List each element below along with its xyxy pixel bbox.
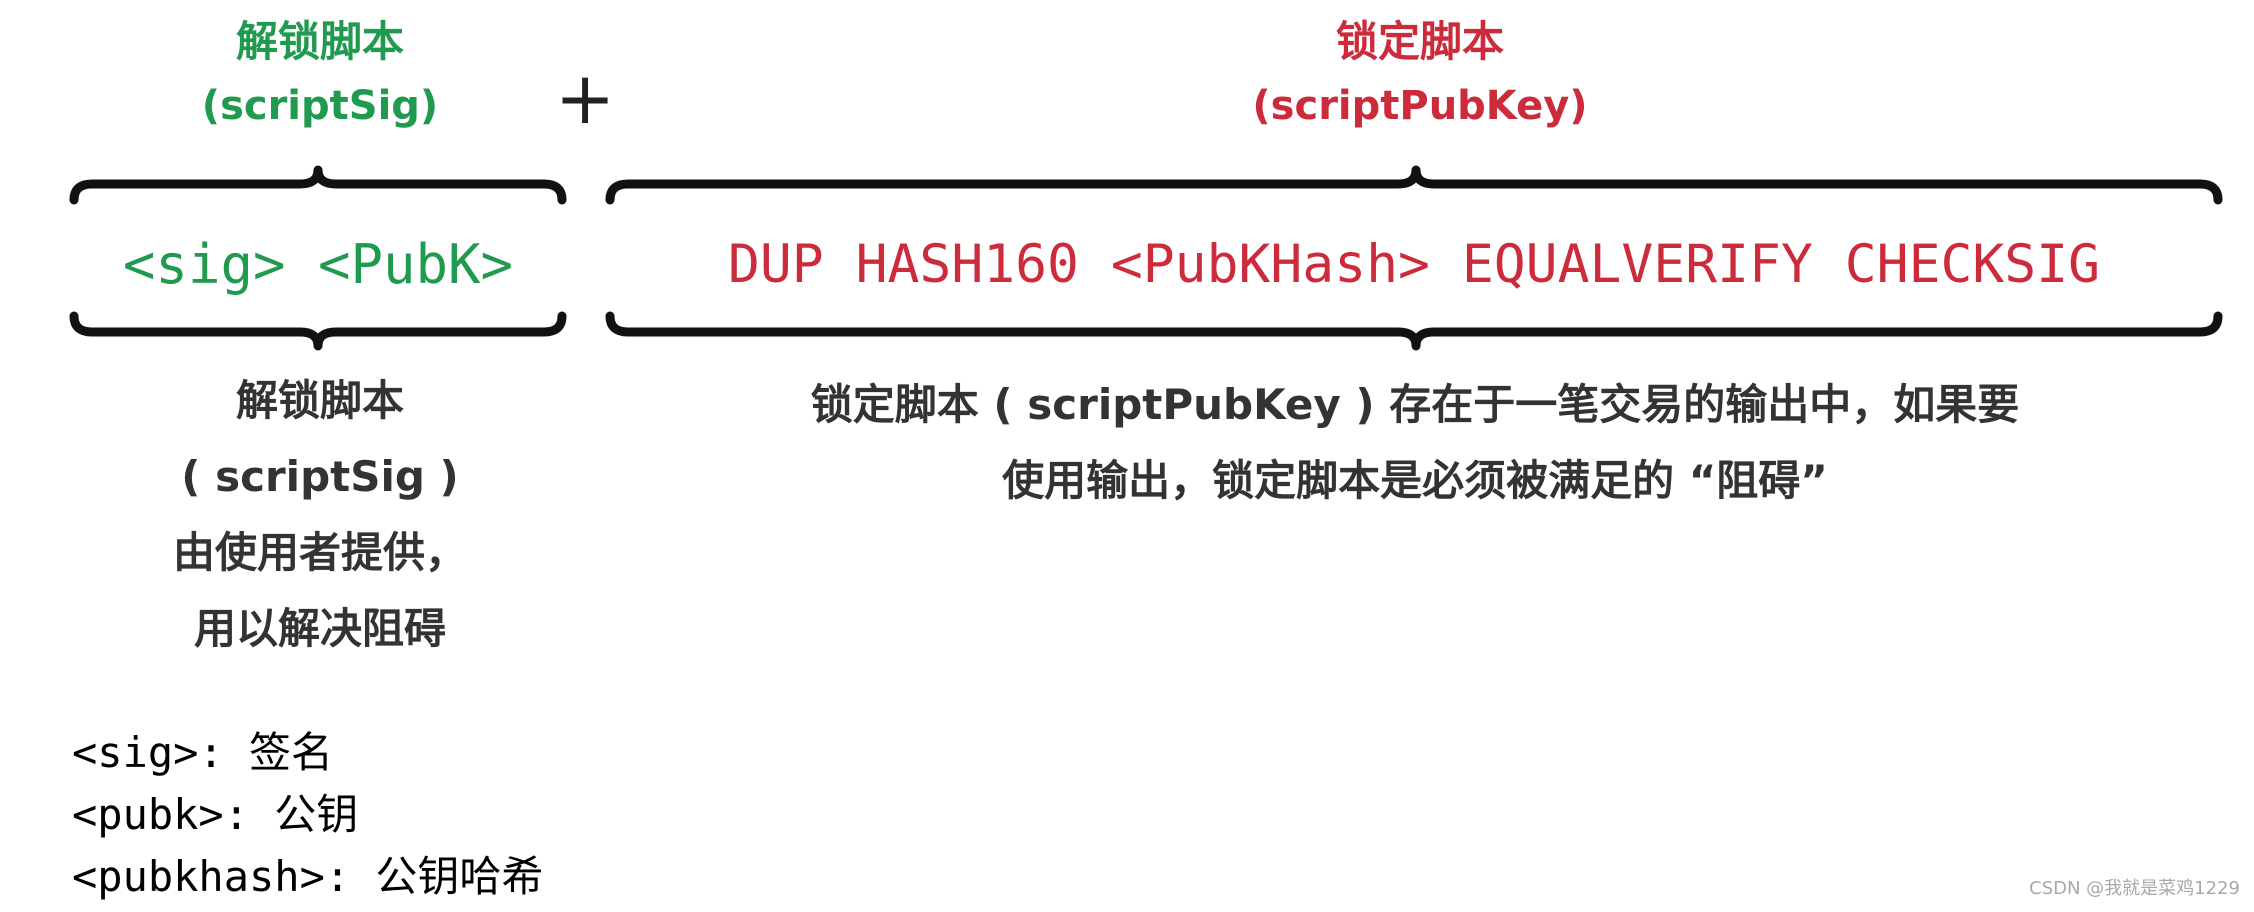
unlocking-description-line: 由使用者提供，	[172, 528, 467, 577]
glossary: <sig>: 签名 <pubk>: 公钥 <pubkhash>: 公钥哈希	[72, 722, 543, 908]
unlocking-description: 解锁脚本 ( scriptSig ) 由使用者提供， 用以解决阻碍	[100, 366, 540, 664]
glossary-item-pubk: <pubk>: 公钥	[72, 790, 359, 839]
locking-description-line: 使用输出，锁定脚本是必须被满足的 “阻碍”	[1002, 456, 1828, 505]
unlocking-description-line: 用以解决阻碍	[193, 604, 446, 653]
glossary-item-sig: <sig>: 签名	[72, 728, 334, 777]
locking-description: 锁定脚本 ( scriptPubKey ) 存在于一笔交易的输出中，如果要 使用…	[700, 370, 2130, 516]
glossary-item-pubkhash: <pubkhash>: 公钥哈希	[72, 852, 544, 901]
unlocking-description-line: ( scriptSig )	[181, 452, 459, 501]
unlocking-description-line: 解锁脚本	[235, 376, 404, 425]
watermark: CSDN @我就是菜鸡1229	[2029, 878, 2240, 899]
locking-description-line: 锁定脚本 ( scriptPubKey ) 存在于一笔交易的输出中，如果要	[810, 380, 2020, 429]
